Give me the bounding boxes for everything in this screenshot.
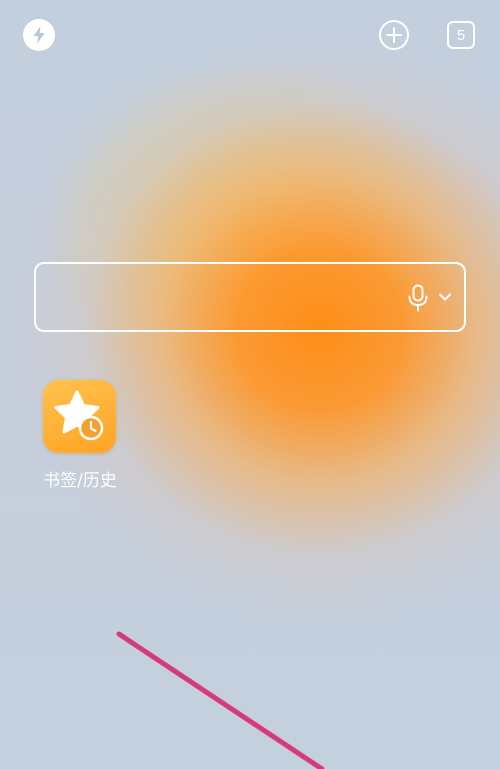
bookmarks-history-tile[interactable] [43, 380, 116, 453]
lightning-bolt-icon [33, 26, 45, 44]
chevron-down-icon[interactable] [438, 292, 452, 302]
search-input[interactable] [50, 276, 394, 320]
tab-count-button[interactable]: 5 [447, 21, 475, 49]
add-button[interactable] [378, 19, 410, 51]
tab-count-label: 5 [456, 26, 466, 44]
plus-circle-icon [379, 20, 409, 50]
quick-action-button[interactable] [23, 19, 55, 51]
microphone-icon[interactable] [406, 284, 430, 312]
search-box[interactable] [34, 262, 466, 332]
shortcut-label: 书签/历史 [43, 471, 117, 491]
star-clock-icon [54, 390, 104, 441]
